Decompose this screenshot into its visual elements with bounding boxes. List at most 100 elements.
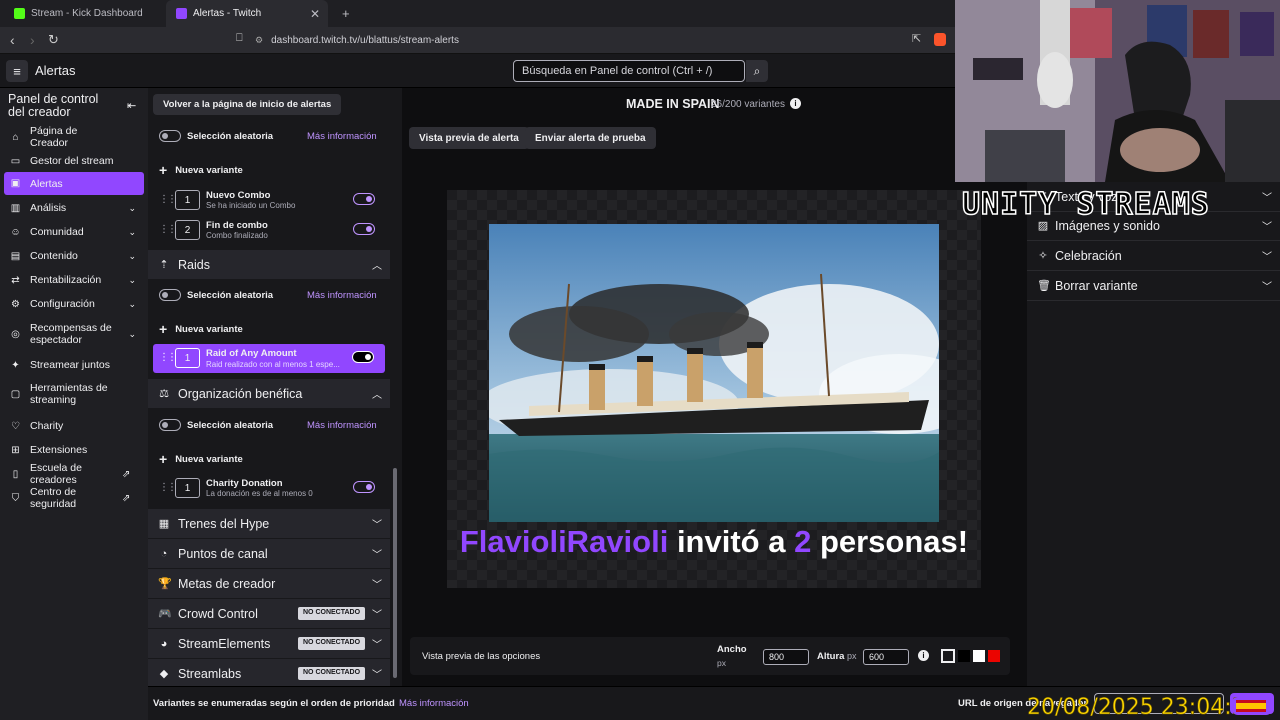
reload-icon[interactable]: ↻	[48, 32, 59, 48]
variant-row-selected[interactable]: ⋮⋮ 1 Raid of Any Amount Raid realizado c…	[153, 344, 385, 373]
site-info-icon[interactable]: ⚙	[255, 35, 263, 46]
variant-enabled-toggle[interactable]	[353, 481, 375, 493]
swatch-dark-selected[interactable]	[941, 649, 955, 663]
drag-handle-icon[interactable]: ⋮⋮	[159, 224, 177, 235]
sidebar-item[interactable]: ▥ Análisis ⌄	[4, 197, 144, 219]
preview-header: MADE IN SPAIN 26/200 variantes i	[402, 88, 955, 122]
section-collapsed[interactable]: ◕ StreamElements NO CONECTADO ﹀	[148, 629, 390, 658]
variant-subtitle: Se ha iniciado un Combo	[206, 201, 296, 210]
sidebar-item[interactable]: ⊞ Extensiones	[4, 439, 144, 461]
swatch-red[interactable]	[988, 650, 1000, 662]
new-tab-button[interactable]: +	[332, 0, 352, 27]
variant-row[interactable]: ⋮⋮ 2 Fin de combo Combo finalizado	[148, 217, 390, 245]
plus-icon: +	[159, 321, 168, 337]
alert-text: invitó a	[668, 524, 795, 559]
variant-title: Raid of Any Amount	[206, 348, 297, 359]
drag-handle-icon[interactable]: ⋮⋮	[159, 352, 177, 363]
sidebar-item-icon: ▣	[10, 178, 21, 189]
drag-handle-icon[interactable]: ⋮⋮	[159, 482, 177, 493]
random-selection-toggle[interactable]	[159, 289, 181, 301]
section-collapsed[interactable]: ◆ Streamlabs NO CONECTADO ﹀	[148, 659, 390, 688]
variant-row[interactable]: ⋮⋮ 1 Charity Donation La donación es de …	[148, 475, 390, 503]
variant-enabled-toggle[interactable]	[352, 351, 374, 363]
sidebar-item[interactable]: ⌂ Página de Creador	[4, 125, 144, 149]
section-title: StreamElements	[178, 636, 271, 651]
variant-enabled-toggle[interactable]	[353, 193, 375, 205]
scrollbar-track[interactable]	[392, 122, 398, 682]
back-arrow-icon[interactable]: ‹	[10, 32, 15, 48]
new-variant-button[interactable]: + Nueva variante	[159, 162, 243, 178]
info-icon[interactable]: i	[918, 650, 929, 661]
search-icon[interactable]: ⌕	[746, 60, 768, 82]
sidebar-item[interactable]: ▯ Escuela de creadores ⇗	[4, 462, 144, 486]
close-tab-icon[interactable]: ✕	[310, 7, 320, 21]
chevron-down-icon: ﹀	[372, 610, 382, 621]
swatch-black[interactable]	[958, 650, 970, 662]
brave-shield-icon[interactable]	[934, 33, 946, 46]
random-selection-toggle[interactable]	[159, 130, 181, 142]
settings-section[interactable]: 🗑 Borrar variante ﹀	[1027, 271, 1280, 301]
section-collapsed[interactable]: 🏆 Metas de creador ﹀	[148, 569, 390, 598]
new-variant-button[interactable]: + Nueva variante	[159, 321, 243, 337]
send-test-alert-button[interactable]: Enviar alerta de prueba	[525, 127, 656, 149]
search-input[interactable]: Búsqueda en Panel de control (Ctrl + /)	[513, 60, 745, 82]
bookmark-icon[interactable]: ⎕	[236, 32, 243, 45]
swatch-white[interactable]	[973, 650, 985, 662]
sidebar-item-label: Gestor del stream	[30, 155, 114, 167]
sidebar-item-label: Escuela de creadores	[30, 462, 82, 486]
sidebar-item[interactable]: ⛉ Centro de seguridad ⇗	[4, 486, 144, 510]
more-info-link[interactable]: Más información	[307, 290, 377, 301]
sidebar-item-label: Charity	[30, 420, 64, 432]
more-info-link[interactable]: Más información	[399, 698, 469, 709]
sidebar-item[interactable]: ▤ Contenido ⌄	[4, 245, 144, 267]
more-info-link[interactable]: Más información	[307, 131, 377, 142]
chevron-down-icon: ⌄	[128, 250, 136, 261]
sidebar-item[interactable]: ♡ Charity	[4, 415, 144, 437]
preview-alert-button[interactable]: Vista previa de alerta	[409, 127, 529, 149]
section-collapsed[interactable]: ▦ Trenes del Hype ﹀	[148, 509, 390, 538]
chevron-down-icon: ﹀	[372, 670, 382, 681]
section-collapsed[interactable]: ◔ Puntos de canal ﹀	[148, 539, 390, 568]
sidebar-item[interactable]: ⇄ Rentabilización ⌄	[4, 269, 144, 291]
browser-tab-kick[interactable]: Stream - Kick Dashboard	[4, 0, 166, 27]
new-variant-button[interactable]: + Nueva variante	[159, 451, 243, 467]
settings-section[interactable]: ✧ Celebración ﹀	[1027, 241, 1280, 271]
preview-options-label: Vista previa de las opciones	[422, 651, 541, 662]
info-icon[interactable]: i	[790, 98, 801, 109]
section-raids[interactable]: ⇡ Raids ︿	[148, 250, 390, 279]
sidebar-item[interactable]: ⚙ Configuración ⌄	[4, 293, 144, 315]
height-input[interactable]: 600	[863, 649, 909, 665]
variant-subtitle: Combo finalizado	[206, 231, 268, 240]
sidebar-item[interactable]: ✦ Streamear juntos	[4, 354, 144, 376]
collapse-sidebar-icon[interactable]: ⇤	[127, 99, 136, 112]
sidebar-item[interactable]: ◎ Recompensas de espectador ⌄	[4, 319, 144, 349]
variant-enabled-toggle[interactable]	[353, 223, 375, 235]
section-charity[interactable]: ⚖ Organización benéfica ︿	[148, 379, 390, 408]
browser-tab-twitch[interactable]: Alertas - Twitch ✕	[166, 0, 328, 27]
menu-icon[interactable]: ≡	[6, 60, 28, 82]
width-input[interactable]: 800	[763, 649, 809, 665]
scrollbar-thumb[interactable]	[393, 468, 397, 678]
sidebar-item-label: Streamear juntos	[30, 359, 110, 371]
alert-image-ship	[489, 224, 939, 522]
section-collapsed[interactable]: 🎮 Crowd Control NO CONECTADO ﹀	[148, 599, 390, 628]
variant-row[interactable]: ⋮⋮ 1 Nuevo Combo Se ha iniciado un Combo	[148, 187, 390, 215]
sidebar-item[interactable]: ▢ Herramientas de streaming	[4, 379, 144, 409]
alert-username: FlavioliRavioli	[459, 524, 669, 559]
alert-set-title: MADE IN SPAIN	[626, 97, 720, 111]
back-to-alerts-home-button[interactable]: Volver a la página de inicio de alertas	[153, 94, 342, 115]
more-info-link[interactable]: Más información	[307, 420, 377, 431]
twitch-favicon-icon	[176, 8, 187, 19]
sidebar-item[interactable]: ☺ Comunidad ⌄	[4, 221, 144, 243]
random-selection-toggle[interactable]	[159, 419, 181, 431]
url-field[interactable]: ⚙ dashboard.twitch.tv/u/blattus/stream-a…	[255, 31, 935, 50]
sidebar-item-icon: ▭	[10, 155, 21, 167]
drag-handle-icon[interactable]: ⋮⋮	[159, 194, 177, 205]
sidebar-item[interactable]: ▣ Alertas	[4, 172, 144, 195]
share-icon[interactable]: ⇱	[912, 32, 921, 45]
sidebar-item-label: Análisis	[30, 202, 67, 214]
variant-settings-panel: T Texto y voz ﹀ ▨ Imágenes y sonido ﹀ ✧ Celebra…	[1027, 182, 1280, 686]
sidebar-item[interactable]: ▭ Gestor del stream	[4, 150, 144, 172]
forward-arrow-icon[interactable]: ›	[30, 32, 35, 48]
chevron-down-icon: ⌄	[128, 274, 136, 285]
